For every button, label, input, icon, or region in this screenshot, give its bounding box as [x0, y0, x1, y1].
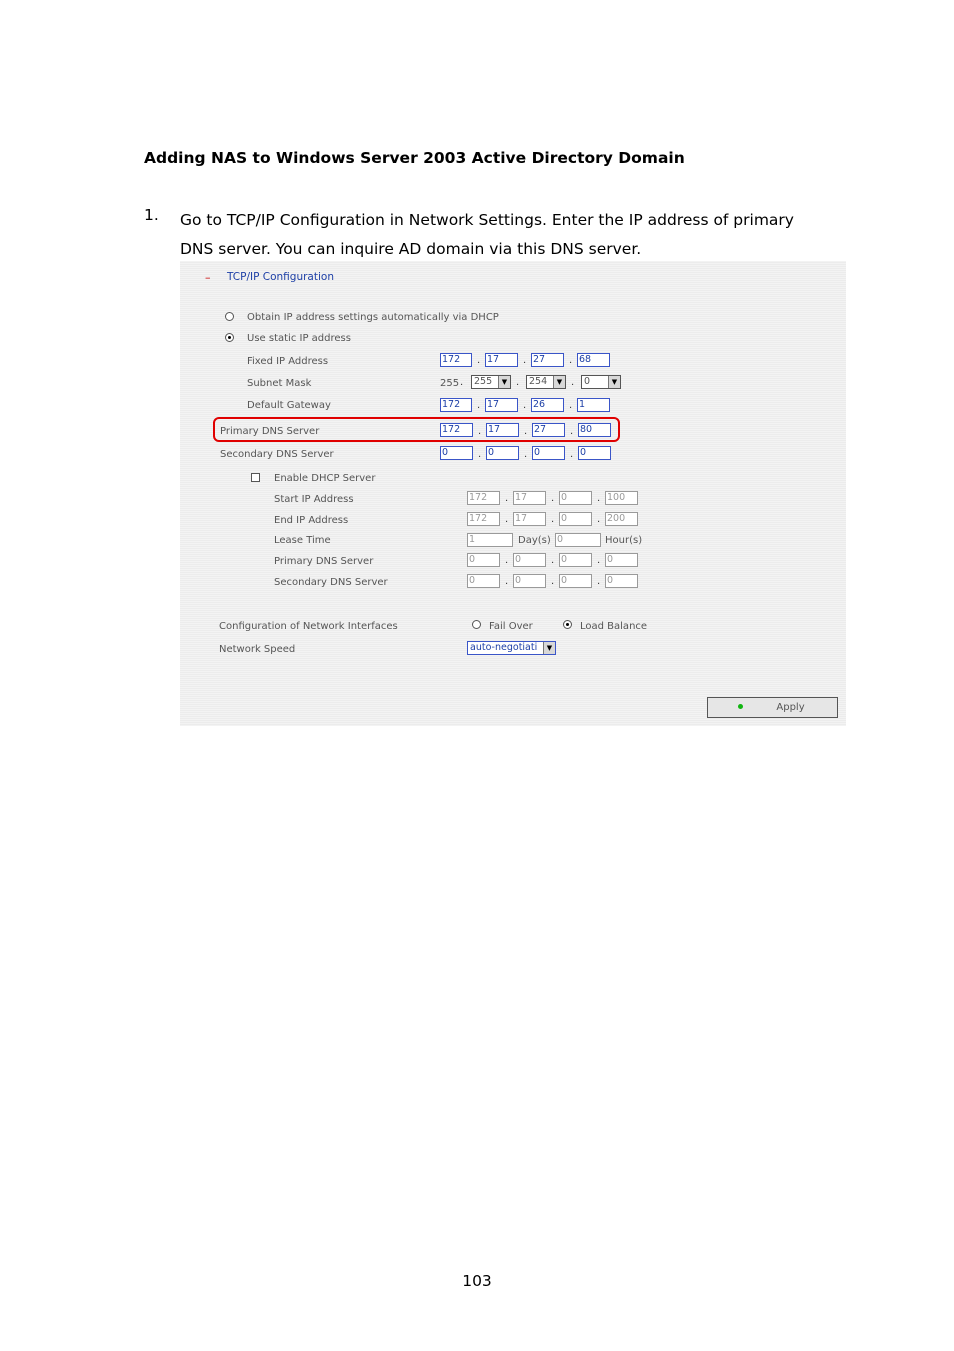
days-unit: Day(s) [518, 535, 551, 546]
start-ip-octet-2[interactable]: 17 [513, 491, 546, 505]
enable-dhcp-checkbox[interactable] [251, 473, 260, 482]
fixed-ip-label: Fixed IP Address [247, 356, 329, 367]
end-ip-octet-4[interactable]: 200 [605, 512, 638, 526]
enable-dhcp-label: Enable DHCP Server [274, 473, 376, 484]
apply-button[interactable]: Apply [707, 697, 838, 718]
end-ip-octet-2[interactable]: 17 [513, 512, 546, 526]
dhcp-primary-dns-label: Primary DNS Server [274, 556, 374, 567]
chevron-down-icon: ▼ [543, 642, 555, 654]
octet-separator: . [505, 576, 509, 587]
subnet-select-3[interactable]: 254 ▼ [526, 375, 566, 389]
fixed-ip-octet-3[interactable]: 27 [531, 353, 564, 367]
dhcp-secondary-dns-octet-2[interactable]: 0 [513, 574, 546, 588]
chevron-down-icon: ▼ [553, 376, 565, 388]
load-balance-label: Load Balance [580, 621, 648, 632]
dhcp-primary-dns-octet-4[interactable]: 0 [605, 553, 638, 567]
octet-separator: . [523, 400, 527, 411]
octet-separator: . [477, 400, 481, 411]
octet-separator: . [597, 514, 601, 525]
octet-separator: . [571, 377, 575, 388]
dhcp-secondary-dns-label: Secondary DNS Server [274, 577, 388, 588]
fixed-ip-octet-2[interactable]: 17 [485, 353, 518, 367]
octet-separator: . [505, 493, 509, 504]
start-ip-label: Start IP Address [274, 494, 354, 505]
octet-separator: . [570, 449, 574, 460]
secondary-dns-label: Secondary DNS Server [220, 449, 334, 460]
gateway-octet-2[interactable]: 17 [485, 398, 518, 412]
end-ip-octet-1[interactable]: 172 [467, 512, 500, 526]
subnet-octet-1: 255 [440, 378, 460, 389]
lease-time-label: Lease Time [274, 535, 331, 546]
octet-separator: . [551, 514, 555, 525]
dhcp-secondary-dns-octet-4[interactable]: 0 [605, 574, 638, 588]
octet-separator: . [460, 377, 464, 388]
gateway-octet-1[interactable]: 172 [440, 398, 472, 412]
static-ip-radio[interactable] [225, 333, 234, 342]
dhcp-primary-dns-octet-1[interactable]: 0 [467, 553, 500, 567]
gateway-label: Default Gateway [247, 400, 331, 411]
chevron-down-icon: ▼ [608, 376, 620, 388]
octet-separator: . [551, 555, 555, 566]
tcpip-config-panel: – TCP/IP Configuration Obtain IP address… [180, 261, 846, 726]
static-option-label: Use static IP address [247, 333, 351, 344]
dhcp-radio[interactable] [225, 312, 234, 321]
gateway-octet-4[interactable]: 1 [577, 398, 610, 412]
fixed-ip-octet-4[interactable]: 68 [577, 353, 610, 367]
subnet-select-4[interactable]: 0 ▼ [581, 375, 621, 389]
collapse-icon[interactable]: – [205, 272, 211, 284]
octet-separator: . [597, 493, 601, 504]
hours-unit: Hour(s) [605, 535, 643, 546]
start-ip-octet-3[interactable]: 0 [559, 491, 592, 505]
dhcp-secondary-dns-octet-1[interactable]: 0 [467, 574, 500, 588]
fixed-ip-octet-1[interactable]: 172 [440, 353, 472, 367]
gateway-octet-3[interactable]: 26 [531, 398, 564, 412]
lease-days-input[interactable]: 1 [467, 533, 513, 547]
octet-separator: . [478, 449, 482, 460]
subnet-select-2[interactable]: 255 ▼ [471, 375, 511, 389]
start-ip-octet-1[interactable]: 172 [467, 491, 500, 505]
octet-separator: . [597, 555, 601, 566]
octet-separator: . [597, 576, 601, 587]
secondary-dns-octet-4[interactable]: 0 [578, 446, 611, 460]
network-speed-label: Network Speed [219, 644, 296, 655]
fail-over-label: Fail Over [489, 621, 533, 632]
octet-separator: . [524, 449, 528, 460]
octet-separator: . [569, 400, 573, 411]
chevron-down-icon: ▼ [498, 376, 510, 388]
end-ip-octet-3[interactable]: 0 [559, 512, 592, 526]
secondary-dns-octet-2[interactable]: 0 [486, 446, 519, 460]
octet-separator: . [477, 355, 481, 366]
load-balance-radio[interactable] [563, 620, 572, 629]
octet-separator: . [569, 355, 573, 366]
panel-title[interactable]: TCP/IP Configuration [227, 271, 334, 283]
section-heading: Adding NAS to Windows Server 2003 Active… [144, 149, 685, 167]
octet-separator: . [505, 555, 509, 566]
dhcp-option-label: Obtain IP address settings automatically… [247, 312, 499, 323]
octet-separator: . [551, 576, 555, 587]
fail-over-radio[interactable] [472, 620, 481, 629]
primary-dns-highlight [213, 417, 620, 442]
network-speed-select[interactable]: auto-negotiati ▼ [467, 641, 556, 655]
octet-separator: . [523, 355, 527, 366]
page-number: 103 [462, 1272, 492, 1290]
subnet-label: Subnet Mask [247, 378, 312, 389]
network-interfaces-label: Configuration of Network Interfaces [219, 621, 398, 632]
octet-separator: . [516, 377, 520, 388]
start-ip-octet-4[interactable]: 100 [605, 491, 638, 505]
dhcp-primary-dns-octet-3[interactable]: 0 [559, 553, 592, 567]
apply-label: Apply [776, 702, 805, 713]
lease-hours-input[interactable]: 0 [555, 533, 601, 547]
dhcp-primary-dns-octet-2[interactable]: 0 [513, 553, 546, 567]
secondary-dns-octet-3[interactable]: 0 [532, 446, 565, 460]
dhcp-secondary-dns-octet-3[interactable]: 0 [559, 574, 592, 588]
secondary-dns-octet-1[interactable]: 0 [440, 446, 473, 460]
octet-separator: . [551, 493, 555, 504]
octet-separator: . [505, 514, 509, 525]
step-number: 1. [144, 206, 159, 224]
end-ip-label: End IP Address [274, 515, 349, 526]
step-text: Go to TCP/IP Configuration in Network Se… [180, 211, 794, 258]
